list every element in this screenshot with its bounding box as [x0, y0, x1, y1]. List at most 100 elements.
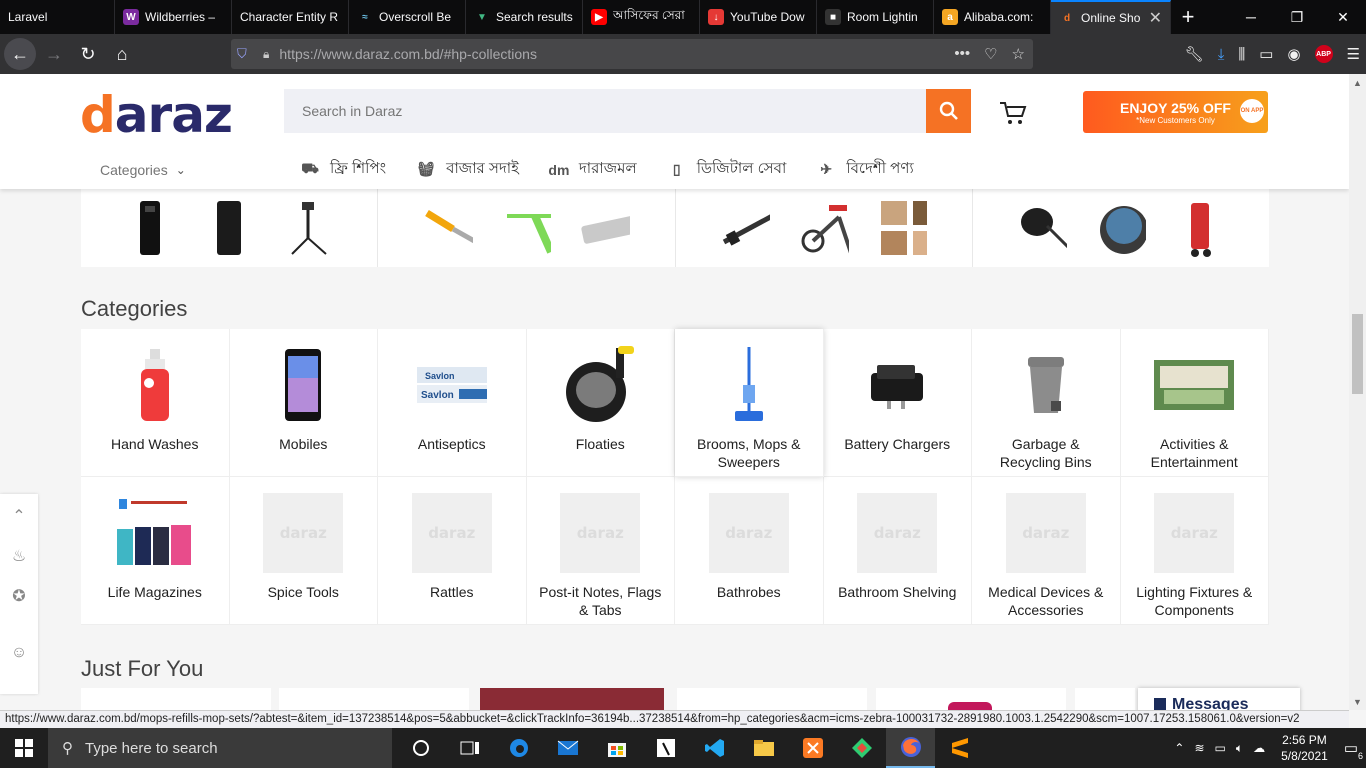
volume-icon[interactable]: 🔈︎ — [1236, 741, 1243, 756]
wrench-icon[interactable]: 🔧︎ — [1185, 45, 1204, 63]
category-floaties[interactable]: Floaties — [526, 329, 675, 477]
link-free-shipping[interactable]: ⛟ ফ্রি শিপিং — [300, 157, 386, 182]
tab-search-results[interactable]: ▼ Search results — [466, 0, 583, 34]
product-card[interactable] — [876, 688, 1066, 710]
back-button[interactable]: ← — [4, 38, 36, 70]
award-icon[interactable]: ✪ — [12, 586, 25, 606]
product-card[interactable] — [677, 688, 867, 710]
sublime-icon[interactable] — [935, 728, 984, 768]
git-kraken-icon[interactable] — [837, 728, 886, 768]
xampp-icon[interactable] — [788, 728, 837, 768]
adblock-icon[interactable]: ABP — [1314, 45, 1333, 63]
user-icon[interactable]: ☺ — [11, 644, 27, 662]
category-bathrobes[interactable]: daraz Bathrobes — [675, 477, 824, 625]
category-spice-tools[interactable]: daraz Spice Tools — [229, 477, 378, 625]
tab-alibaba[interactable]: a Alibaba.com: — [934, 0, 1051, 34]
category-bathroom-shelving[interactable]: daraz Bathroom Shelving — [823, 477, 972, 625]
promo-banner[interactable]: ENJOY 25% OFF *New Customers Only ON APP — [1083, 91, 1268, 133]
close-tab-icon[interactable]: ✕ — [1149, 8, 1162, 28]
category-antiseptics[interactable]: Savlon Savlon Antiseptics — [378, 329, 527, 477]
category-hand-washes[interactable]: Hand Washes — [81, 329, 230, 477]
product-card[interactable] — [279, 688, 469, 710]
cart-icon[interactable] — [998, 99, 1028, 127]
cortana-icon[interactable] — [396, 728, 445, 768]
category-brooms-mops-sweepers[interactable]: Brooms, Mops & Sweepers — [675, 329, 824, 477]
address-bar[interactable]: ⛉ 🔒︎ https://www.daraz.com.bd/#hp-collec… — [231, 39, 1033, 69]
category-medical-devices[interactable]: daraz Medical Devices & Accessories — [972, 477, 1121, 625]
tab-youtube-downloader[interactable]: ↓ YouTube Dow — [700, 0, 817, 34]
file-explorer-icon[interactable] — [739, 728, 788, 768]
downloads-icon[interactable]: ⤓ — [1218, 46, 1225, 63]
link-bazar-sodai[interactable]: 🧺︎ বাজার সদাই — [416, 157, 519, 182]
chevron-up-icon[interactable]: ⌃ — [12, 506, 25, 526]
start-button[interactable] — [0, 728, 48, 768]
collection-card[interactable] — [81, 189, 379, 267]
new-tab-button[interactable]: + — [1171, 0, 1205, 34]
collection-card[interactable] — [378, 189, 676, 267]
reload-button[interactable]: ↻ — [72, 38, 104, 70]
scroll-up-arrow-icon[interactable]: ▲ — [1349, 74, 1366, 91]
shield-icon[interactable]: ⛉ — [237, 46, 253, 62]
store-icon[interactable] — [592, 728, 641, 768]
collection-card[interactable] — [973, 189, 1269, 267]
firefox-icon[interactable] — [886, 728, 935, 768]
search-input[interactable]: Search in Daraz — [284, 89, 926, 133]
task-view-icon[interactable] — [445, 728, 494, 768]
close-window-button[interactable]: ✕ — [1320, 0, 1366, 34]
product-card[interactable] — [81, 688, 271, 710]
minimize-button[interactable]: ─ — [1228, 0, 1274, 34]
tab-youtube-video[interactable]: ▶ আসিফের সেরা — [583, 0, 700, 34]
notification-center-icon[interactable]: ▭ 6 — [1344, 739, 1363, 761]
onedrive-icon[interactable]: ☁ — [1253, 741, 1265, 755]
product-card[interactable] — [480, 688, 664, 710]
link-foreign-products[interactable]: ✈ বিদেশী পণ্য — [816, 157, 913, 182]
lock-icon[interactable]: 🔒︎ — [263, 47, 269, 62]
tab-character-entity[interactable]: Character Entity R — [232, 0, 349, 34]
bookmark-star-icon[interactable]: ☆ — [1012, 45, 1025, 63]
pocket-icon[interactable]: ♡ — [984, 45, 997, 63]
wifi-icon[interactable]: ≋ — [1194, 741, 1204, 755]
category-mobiles[interactable]: Mobiles — [229, 329, 378, 477]
account-icon[interactable]: ◉ — [1287, 45, 1300, 63]
vscode-icon[interactable] — [690, 728, 739, 768]
tray-chevron-up-icon[interactable]: ⌃ — [1174, 741, 1184, 755]
tab-wildberries[interactable]: W Wildberries – — [115, 0, 232, 34]
collection-card[interactable] — [676, 189, 973, 267]
search-button[interactable] — [926, 89, 971, 133]
category-lighting-fixtures[interactable]: daraz Lighting Fixtures & Components — [1120, 477, 1269, 625]
category-rattles[interactable]: daraz Rattles — [378, 477, 527, 625]
categories-dropdown[interactable]: Categories ⌄ — [100, 162, 186, 178]
flame-icon[interactable]: ♨ — [12, 546, 26, 566]
url-text[interactable]: https://www.daraz.com.bd/#hp-collections — [279, 46, 537, 62]
page-scrollbar[interactable]: ▲ ▼ — [1349, 74, 1366, 710]
scroll-down-arrow-icon[interactable]: ▼ — [1349, 693, 1366, 710]
page-actions-icon[interactable]: ••• — [954, 45, 970, 63]
category-garbage-recycling-bins[interactable]: Garbage & Recycling Bins — [972, 329, 1121, 477]
tab-daraz-active[interactable]: d Online Sho ✕ — [1051, 0, 1171, 34]
library-icon[interactable]: ⫼ — [1238, 46, 1245, 63]
tab-room-lighting[interactable]: ■ Room Lightin — [817, 0, 934, 34]
snip-tool-icon[interactable] — [641, 728, 690, 768]
maximize-button[interactable]: ❐ — [1274, 0, 1320, 34]
product-card[interactable] — [1075, 688, 1135, 710]
sidebar-icon[interactable]: ▭ — [1259, 45, 1273, 63]
daraz-logo[interactable]: daraz — [80, 86, 233, 144]
link-daraz-mall[interactable]: dm দারাজমল — [548, 157, 636, 182]
category-battery-chargers[interactable]: Battery Chargers — [823, 329, 972, 477]
category-post-it-notes[interactable]: daraz Post-it Notes, Flags & Tabs — [526, 477, 675, 625]
messages-widget[interactable]: Messages — [1138, 688, 1300, 710]
tab-overscroll[interactable]: ≈ Overscroll Be — [349, 0, 466, 34]
menu-icon[interactable]: ☰ — [1347, 45, 1360, 63]
clock[interactable]: 2:56 PM 5/8/2021 — [1275, 732, 1334, 764]
mail-icon[interactable] — [543, 728, 592, 768]
tab-laravel[interactable]: Laravel — [0, 0, 115, 34]
forward-button[interactable]: → — [38, 38, 70, 70]
scrollbar-thumb[interactable] — [1352, 314, 1363, 394]
edge-icon[interactable] — [494, 728, 543, 768]
category-life-magazines[interactable]: Life Magazines — [81, 477, 230, 625]
battery-icon[interactable]: ▭ — [1215, 741, 1226, 755]
category-activities-entertainment[interactable]: Activities & Entertainment — [1120, 329, 1269, 477]
taskbar-search-input[interactable]: ⚲ Type here to search — [48, 728, 392, 768]
link-digital-service[interactable]: ▯ ডিজিটাল সেবা — [667, 157, 786, 182]
home-button[interactable]: ⌂ — [106, 38, 138, 70]
